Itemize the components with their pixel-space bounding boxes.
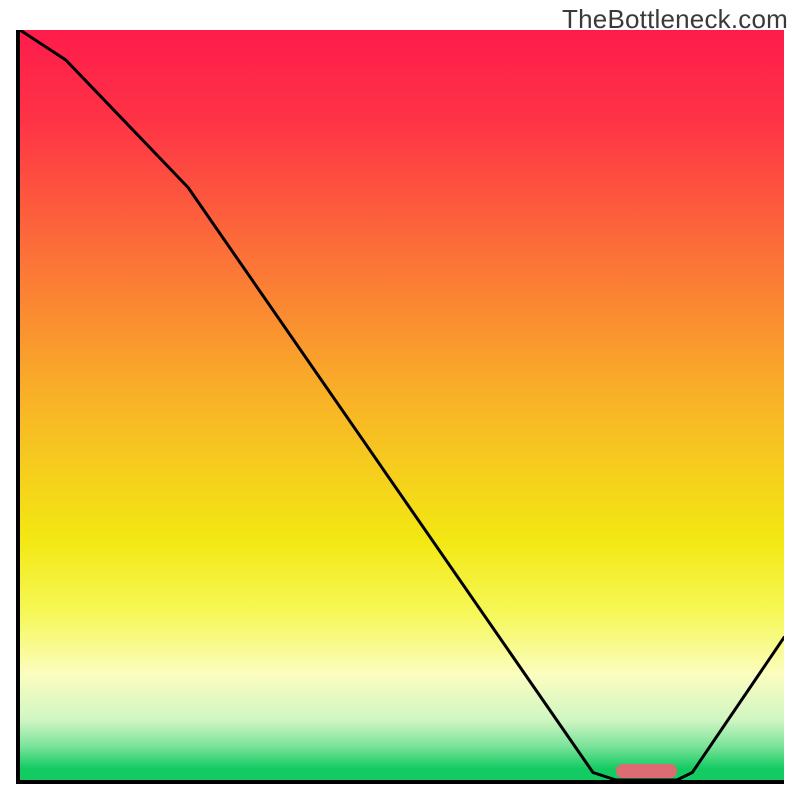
chart-container: TheBottleneck.com bbox=[0, 0, 800, 800]
line-curve bbox=[20, 30, 784, 780]
plot-area bbox=[20, 30, 784, 780]
optimal-range-marker bbox=[616, 764, 677, 778]
